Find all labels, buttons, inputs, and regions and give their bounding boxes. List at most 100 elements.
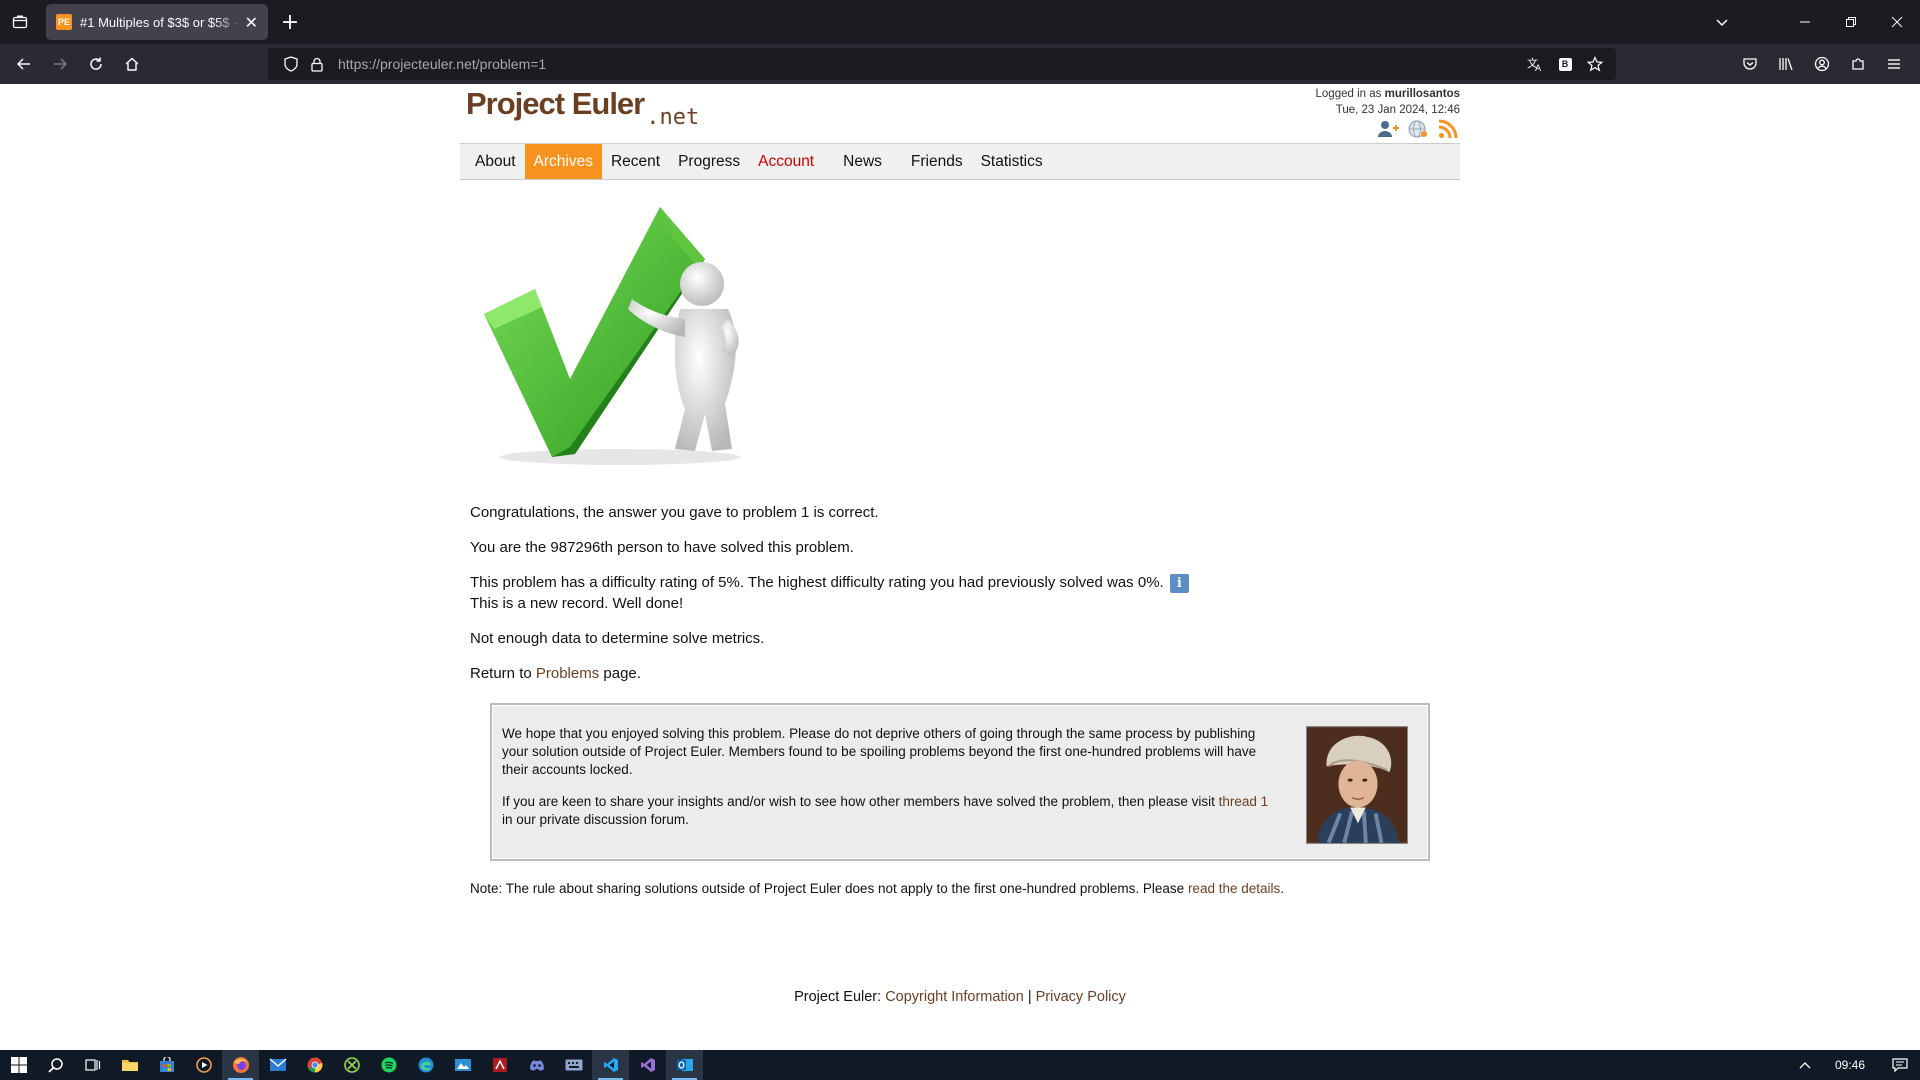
- info-icon[interactable]: i: [1169, 573, 1189, 593]
- copyright-link[interactable]: Copyright Information: [885, 989, 1024, 1005]
- footer-separator: |: [1023, 989, 1036, 1005]
- close-tab-icon[interactable]: ✕: [245, 13, 258, 32]
- keyboard-icon[interactable]: [555, 1050, 592, 1080]
- show-hidden-icons-chevron-icon[interactable]: [1790, 1061, 1820, 1069]
- firefox-view-icon[interactable]: [0, 0, 40, 44]
- thread-link[interactable]: thread 1: [1219, 794, 1269, 809]
- file-explorer-icon[interactable]: [111, 1050, 148, 1080]
- close-window-icon[interactable]: [1874, 0, 1920, 44]
- logo-suffix-text: .net: [646, 105, 700, 130]
- translate-icon[interactable]: 文A: [1520, 56, 1550, 72]
- task-view-icon[interactable]: [74, 1050, 111, 1080]
- bookmark-star-icon[interactable]: [1580, 56, 1610, 72]
- tracking-protection-shield-icon[interactable]: [278, 56, 304, 72]
- difficulty-text: This problem has a difficulty rating of …: [470, 574, 1164, 591]
- correct-checkmark-illustration: [484, 207, 740, 465]
- vscode-icon[interactable]: [592, 1050, 629, 1080]
- forward-icon[interactable]: [42, 48, 78, 80]
- url-bar[interactable]: https://projecteuler.net/problem=1 文A B: [268, 48, 1616, 80]
- extensions-icon[interactable]: [1840, 48, 1876, 80]
- return-prefix: Return to: [470, 665, 536, 682]
- reader-extension-icon[interactable]: B: [1550, 57, 1580, 71]
- browser-tab-active[interactable]: PE #1 Multiples of $3$ or $5$ - Project …: [46, 4, 268, 40]
- privacy-policy-link[interactable]: Privacy Policy: [1036, 989, 1126, 1005]
- menu-item-archives[interactable]: Archives: [524, 144, 602, 179]
- username: murillosantos: [1384, 88, 1460, 100]
- url-path: /problem=1: [475, 56, 547, 72]
- back-icon[interactable]: [6, 48, 42, 80]
- navigation-toolbar: https://projecteuler.net/problem=1 文A B: [0, 44, 1920, 84]
- discord-icon[interactable]: [518, 1050, 555, 1080]
- notice-paragraph-2-suffix: in our private discussion forum.: [502, 812, 689, 827]
- tab-bar: PE #1 Multiples of $3$ or $5$ - Project …: [0, 0, 1920, 44]
- url-text[interactable]: https://projecteuler.net/problem=1: [338, 56, 546, 72]
- svg-text:A: A: [1535, 64, 1542, 72]
- add-friend-icon[interactable]: [1376, 118, 1400, 140]
- account-icon[interactable]: [1804, 48, 1840, 80]
- outlook-icon[interactable]: [666, 1050, 703, 1080]
- problems-link[interactable]: Problems: [536, 665, 599, 682]
- photos-icon[interactable]: [444, 1050, 481, 1080]
- menu-item-about[interactable]: About: [466, 144, 525, 179]
- note-suffix: .: [1280, 881, 1285, 896]
- new-tab-button[interactable]: +: [272, 4, 308, 40]
- mail-icon[interactable]: [259, 1050, 296, 1080]
- page-footer: Project Euler: Copyright Information | P…: [460, 989, 1460, 1005]
- rss-feed-icon[interactable]: [1436, 118, 1460, 140]
- congrats-text: Congratulations, the answer you gave to …: [470, 504, 879, 521]
- windows-taskbar: 09:46: [0, 1050, 1920, 1080]
- result-content: Congratulations, the answer you gave to …: [470, 502, 1450, 698]
- action-center-icon[interactable]: [1880, 1057, 1920, 1073]
- menu-item-recent[interactable]: Recent: [602, 144, 669, 179]
- url-actions: 文A B: [1520, 48, 1610, 80]
- menu-item-statistics[interactable]: Statistics: [972, 144, 1052, 179]
- footer-prefix: Project Euler:: [794, 989, 886, 1005]
- main-menu: About Archives Recent Progress Account N…: [460, 143, 1460, 180]
- globe-icon[interactable]: [1406, 118, 1430, 140]
- record-text: This is a new record. Well done!: [470, 595, 684, 612]
- pocket-icon[interactable]: [1732, 48, 1768, 80]
- menu-item-account[interactable]: Account: [749, 144, 834, 179]
- header-datetime: Tue, 23 Jan 2024, 12:46: [1335, 104, 1460, 116]
- firefox-icon[interactable]: [222, 1050, 259, 1080]
- project-euler-favicon-icon: PE: [56, 14, 72, 30]
- site-logo[interactable]: Project Euler.net: [466, 86, 699, 130]
- spotify-icon[interactable]: [370, 1050, 407, 1080]
- store-icon[interactable]: [148, 1050, 185, 1080]
- home-icon[interactable]: [114, 48, 150, 80]
- spoiler-notice-box: We hope that you enjoyed solving this pr…: [490, 703, 1430, 861]
- menu-item-progress[interactable]: Progress: [669, 144, 749, 179]
- app-red-icon[interactable]: [481, 1050, 518, 1080]
- list-all-tabs-icon[interactable]: [1700, 0, 1744, 44]
- header-icons: [1376, 118, 1460, 140]
- visual-studio-icon[interactable]: [629, 1050, 666, 1080]
- notice-paragraph-2-prefix: If you are keen to share your insights a…: [502, 794, 1219, 809]
- minimize-icon[interactable]: [1782, 0, 1828, 44]
- logged-in-prefix: Logged in as: [1315, 88, 1382, 100]
- login-info: Logged in as murillosantos Tue, 23 Jan 2…: [1316, 86, 1460, 118]
- window-controls: [1782, 0, 1920, 44]
- system-tray: 09:46: [1790, 1050, 1920, 1080]
- edge-icon[interactable]: [407, 1050, 444, 1080]
- lock-icon[interactable]: [304, 57, 330, 72]
- menu-item-friends[interactable]: Friends: [902, 144, 972, 179]
- chrome-icon[interactable]: [296, 1050, 333, 1080]
- media-player-icon[interactable]: [185, 1050, 222, 1080]
- reload-icon[interactable]: [78, 48, 114, 80]
- sharing-rule-note: Note: The rule about sharing solutions o…: [470, 881, 1284, 896]
- xbox-icon[interactable]: [333, 1050, 370, 1080]
- taskbar-clock[interactable]: 09:46: [1820, 1058, 1880, 1072]
- hamburger-menu-icon[interactable]: [1876, 48, 1912, 80]
- read-details-link[interactable]: read the details: [1188, 881, 1280, 896]
- url-host: https://projecteuler.net: [338, 56, 476, 72]
- notice-paragraph-1: We hope that you enjoyed solving this pr…: [502, 726, 1257, 777]
- start-icon[interactable]: [0, 1050, 37, 1080]
- solver-rank-text: You are the 987296th person to have solv…: [470, 539, 854, 556]
- menu-item-news[interactable]: News: [834, 144, 902, 179]
- search-icon[interactable]: [37, 1050, 74, 1080]
- metrics-text: Not enough data to determine solve metri…: [470, 630, 765, 647]
- library-icon[interactable]: [1768, 48, 1804, 80]
- logo-main-text: Project Euler: [466, 86, 645, 121]
- restore-icon[interactable]: [1828, 0, 1874, 44]
- tab-title: #1 Multiples of $3$ or $5$ - Project Eul…: [80, 14, 239, 30]
